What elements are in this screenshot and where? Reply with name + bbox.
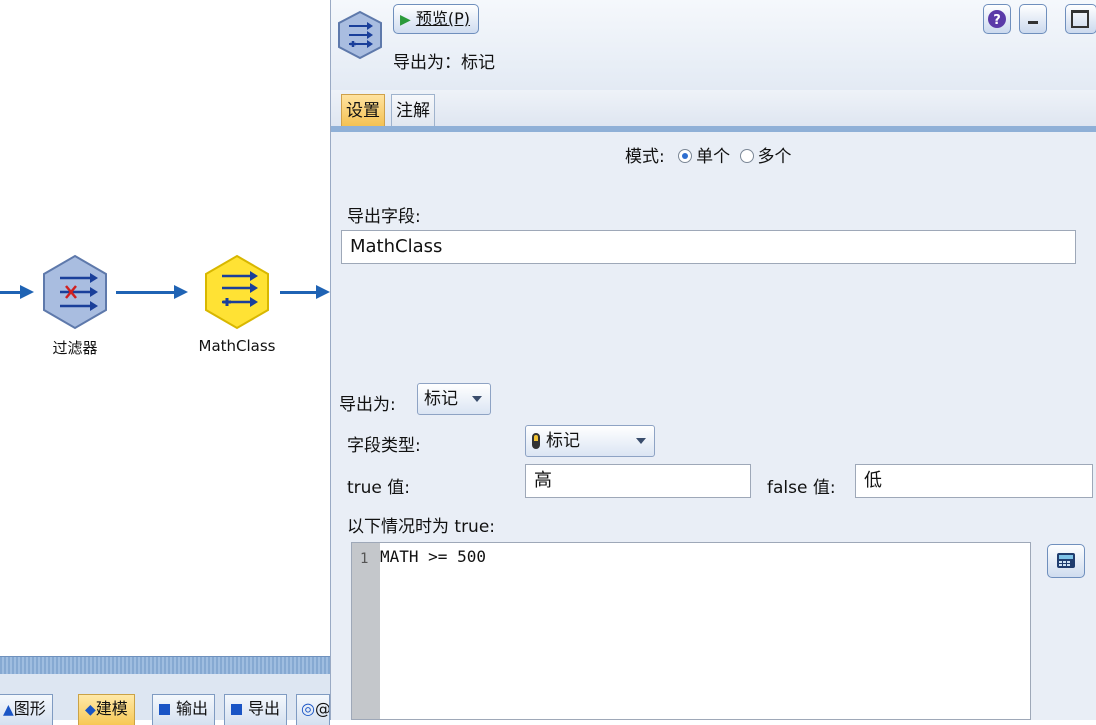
filter-node-icon[interactable] <box>40 254 110 330</box>
line-number-gutter <box>352 543 380 719</box>
minimize-icon <box>1028 21 1038 24</box>
palette-tab-strip: ▲图形 ◆建模 输出 导出 ◎@II <box>0 674 330 725</box>
derive-node-icon[interactable] <box>202 254 272 330</box>
expression-text[interactable]: MATH >= 500 <box>380 547 486 566</box>
line-number: 1 <box>360 551 369 567</box>
tab-strip <box>331 90 1096 126</box>
help-button[interactable]: ? <box>983 4 1011 34</box>
arrow-icon <box>20 285 34 299</box>
palette-tab-modeling[interactable]: ◆建模 <box>78 694 135 725</box>
flag-icon <box>532 433 540 449</box>
false-value-input[interactable]: 低 <box>855 464 1093 498</box>
mode-label: 模式: <box>625 147 665 167</box>
maximize-icon <box>1071 10 1089 28</box>
mode-single-label[interactable]: 单个 <box>696 147 730 167</box>
condition-label: 以下情况时为 true: <box>347 517 496 537</box>
square-icon <box>159 704 170 715</box>
derive-as-dropdown[interactable]: 标记 <box>417 383 491 415</box>
stream-canvas[interactable]: 过滤器 MathClass ▲图形 ◆建模 输出 导出 ◎@II <box>0 0 330 725</box>
false-value-label: false 值: <box>767 478 836 498</box>
svg-text:?: ? <box>993 13 1001 28</box>
palette-tab-export[interactable]: 导出 <box>224 694 288 725</box>
expression-editor[interactable]: 1 MATH >= 500 <box>351 542 1031 720</box>
node-title: 导出为：标记 <box>393 53 495 73</box>
field-type-label: 字段类型: <box>347 436 421 456</box>
tab-settings[interactable]: 设置 <box>341 94 385 128</box>
filter-node-label: 过滤器 <box>52 339 98 357</box>
derive-node-icon <box>338 10 382 60</box>
preview-button[interactable]: ▶ 预览(P) <box>393 4 480 34</box>
mode-single-radio[interactable] <box>678 149 693 163</box>
palette-splitter[interactable] <box>0 656 330 675</box>
arrow-icon <box>316 285 330 299</box>
triangle-icon: ▲ <box>3 702 14 718</box>
derive-as-label: 导出为: <box>339 395 396 415</box>
diamond-icon: ◆ <box>85 702 96 718</box>
tab-annotations[interactable]: 注解 <box>391 94 435 128</box>
minimize-button[interactable] <box>1019 4 1047 34</box>
calculator-icon <box>1057 553 1075 568</box>
expression-builder-button[interactable] <box>1047 544 1085 578</box>
stream-link <box>116 291 176 294</box>
stream-link <box>0 291 22 294</box>
derive-node-dialog: ▶ 预览(P) 导出为：标记 ? 设置 注解 模式: 单个 多个 导出字段: M… <box>330 0 1096 720</box>
help-icon: ? <box>988 10 1006 28</box>
stream-link <box>280 291 320 294</box>
derive-node-label: MathClass <box>198 337 276 355</box>
true-value-input[interactable]: 高 <box>525 464 751 498</box>
palette-tab-graphs[interactable]: ▲图形 <box>0 694 53 725</box>
chevron-down-icon <box>472 396 482 402</box>
palette-tab-more[interactable]: ◎@II <box>296 694 330 725</box>
preview-icon: ▶ <box>400 12 411 28</box>
maximize-button[interactable] <box>1065 4 1096 34</box>
chevron-down-icon <box>636 438 646 444</box>
mode-multiple-label[interactable]: 多个 <box>758 147 792 167</box>
true-value-label: true 值: <box>347 478 411 498</box>
arrow-icon <box>174 285 188 299</box>
mode-multiple-radio[interactable] <box>739 149 754 163</box>
mode-row: 模式: 单个 多个 <box>625 142 792 167</box>
square-icon <box>231 704 242 715</box>
search-icon: ◎ <box>301 699 315 718</box>
field-type-dropdown[interactable]: 标记 <box>525 425 655 457</box>
palette-tab-output[interactable]: 输出 <box>152 694 216 725</box>
derive-field-input[interactable]: MathClass <box>341 230 1076 264</box>
tab-underline <box>331 126 1096 132</box>
derive-field-label: 导出字段: <box>347 207 421 227</box>
